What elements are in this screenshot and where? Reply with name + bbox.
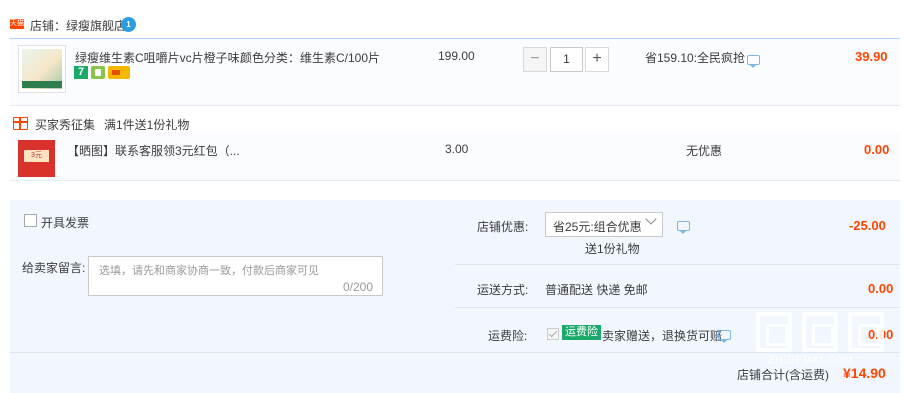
message-char-count: 0/200 [343, 280, 374, 294]
tmall-badge: 天猫 [10, 19, 24, 29]
product-thumbnail[interactable]: 3元 [18, 140, 55, 177]
shop-discount-label: 店铺优惠: [477, 220, 529, 234]
insurance-label: 运费险: [488, 329, 528, 343]
quantity-stepper: − 1 + [523, 47, 609, 72]
discount-selected: 省25元:组合优惠 [553, 220, 642, 234]
item-total: 39.90 [855, 49, 888, 64]
shop-total-value: ¥14.90 [843, 365, 886, 381]
item-promo: 无优惠 [686, 144, 723, 158]
shipping-method: 普通配送 快递 免邮 [545, 283, 648, 297]
increase-button[interactable]: + [585, 47, 609, 72]
item-total: 0.00 [864, 142, 890, 157]
product-sku: 颜色分类：维生素C/100片 [240, 51, 381, 65]
comment-icon[interactable] [677, 221, 690, 234]
product-thumbnail[interactable] [18, 45, 66, 93]
card-payment-icon [108, 66, 130, 79]
shop-total-label: 店铺合计(含运费) [737, 368, 829, 382]
divider [455, 307, 900, 308]
shop-discount-value: -25.00 [849, 218, 886, 233]
invoice-label: 开具发票 [41, 216, 90, 230]
shipping-fee: 0.00 [868, 281, 894, 296]
invoice-checkbox[interactable] [24, 214, 37, 227]
insurance-badge: 运费险 [562, 325, 601, 340]
chat-icon[interactable]: 1 [121, 17, 136, 32]
comment-icon[interactable] [747, 55, 760, 68]
gift-service-icon [91, 66, 105, 79]
item-promo: 省159.10:全民疯抢 [645, 51, 746, 65]
unit-price: 199.00 [438, 49, 475, 63]
shop-name[interactable]: 店铺：绿瘦旗舰店 [30, 17, 126, 34]
message-label: 给卖家留言: [22, 261, 86, 275]
comment-icon[interactable] [718, 330, 731, 343]
product-title[interactable]: 绿瘦维生素C咀嚼片vc片橙子味... [75, 49, 250, 66]
shipping-label: 运送方式: [477, 283, 529, 297]
divider [455, 264, 900, 265]
message-placeholder: 选填，请先和商家协商一致，付款后商家可见 [99, 265, 319, 277]
insurance-text: 卖家赠送，退换货可赔 [602, 329, 723, 343]
insurance-checkbox [547, 328, 559, 340]
quantity-input[interactable]: 1 [550, 47, 583, 72]
decrease-button[interactable]: − [523, 47, 547, 72]
discount-gift-note: 送1份礼物 [585, 242, 640, 256]
gift-icon [13, 117, 28, 130]
red-packet-tag: 3元 [24, 150, 49, 162]
unit-price: 3.00 [445, 142, 469, 156]
product-title[interactable]: 【晒图】联系客服领3元红包（... [67, 142, 240, 159]
watermark-text: ZHIDEMAI.COM [768, 355, 854, 366]
seven-day-return-icon: 7 [74, 66, 88, 79]
